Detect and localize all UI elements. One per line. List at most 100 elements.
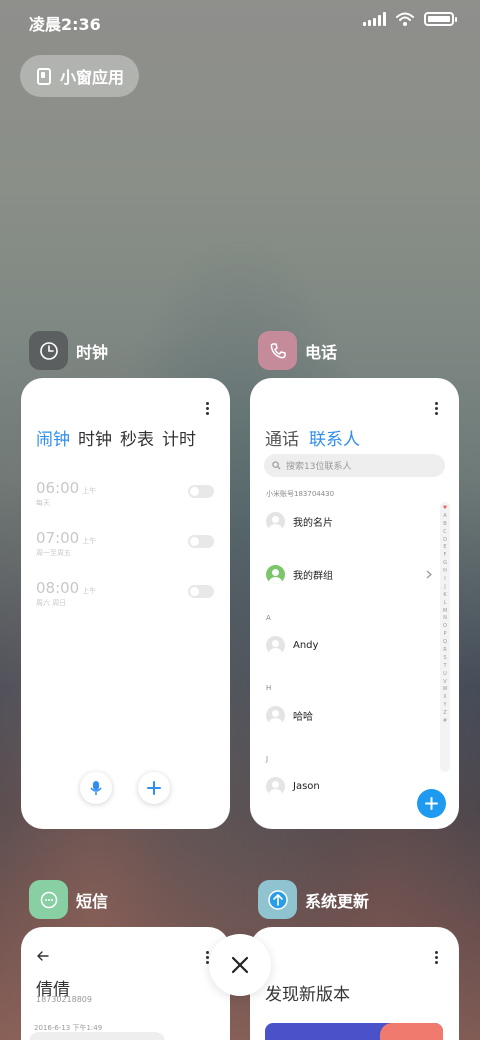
battery-icon xyxy=(424,12,457,26)
alphabet-index[interactable]: ♥ A B C D E F G H I J K L M N O P Q R S T U V W X Y Z # xyxy=(440,502,450,772)
index-letter[interactable]: A xyxy=(443,513,446,521)
alarm-toggle[interactable] xyxy=(188,485,214,498)
contact-my-groups[interactable]: 我的群组 xyxy=(266,565,333,584)
clear-all-button[interactable] xyxy=(209,934,271,996)
group-avatar xyxy=(266,565,285,584)
close-icon xyxy=(231,956,249,974)
tab-calls[interactable]: 通话 xyxy=(265,425,299,450)
tab-clock[interactable]: 时钟 xyxy=(78,425,112,450)
status-time: 凌晨2:36 xyxy=(29,15,101,34)
sms-app-icon xyxy=(29,880,68,919)
phone-icon xyxy=(270,342,286,358)
contact-name: Andy xyxy=(293,640,319,651)
avatar xyxy=(266,636,285,655)
update-headline: 发现新版本 xyxy=(265,985,350,1005)
contact-name: Jason xyxy=(293,781,320,792)
index-letter[interactable]: N xyxy=(443,615,447,623)
index-letter[interactable]: Z xyxy=(443,710,446,718)
index-letter[interactable]: W xyxy=(443,686,448,694)
contact-row[interactable]: Andy xyxy=(266,636,318,655)
index-letter[interactable]: P xyxy=(443,631,446,639)
alarm-toggle[interactable] xyxy=(188,585,214,598)
more-icon[interactable] xyxy=(206,402,210,415)
floating-window-button[interactable]: 小窗应用 xyxy=(20,55,139,97)
contact-name: 我的群组 xyxy=(293,571,333,582)
index-letter[interactable]: E xyxy=(443,544,446,552)
alarm-ampm: 上午 xyxy=(82,587,97,595)
clock-app-header[interactable]: 时钟 xyxy=(29,331,108,370)
index-letter[interactable]: J xyxy=(444,584,445,592)
more-icon[interactable] xyxy=(435,951,439,964)
contact-my-card[interactable]: 我的名片 xyxy=(266,512,333,531)
back-arrow-icon[interactable] xyxy=(37,951,49,961)
index-letter[interactable]: L xyxy=(444,600,447,608)
index-letter[interactable]: Y xyxy=(443,702,446,710)
avatar xyxy=(266,706,285,725)
contact-search-input[interactable]: 搜索13位联系人 xyxy=(264,454,445,477)
contact-row[interactable]: 哈哈 xyxy=(266,706,313,725)
index-letter[interactable]: C xyxy=(443,529,447,537)
message-icon xyxy=(40,891,57,908)
sms-card[interactable]: 倩倩 18730218809 2016-6-13 下午1:49 xyxy=(21,927,230,1040)
tab-stopwatch[interactable]: 秒表 xyxy=(120,425,154,450)
index-letter[interactable]: S xyxy=(443,655,446,663)
index-letter[interactable]: X xyxy=(443,694,446,702)
message-bubble xyxy=(29,1032,165,1040)
add-alarm-button[interactable] xyxy=(138,772,170,804)
alarm-item[interactable]: 07:00 上午 周一至周五 xyxy=(36,528,216,568)
add-contact-button[interactable] xyxy=(417,789,446,818)
voice-button[interactable] xyxy=(80,772,112,804)
index-letter[interactable]: M xyxy=(443,608,447,616)
clock-card[interactable]: 闹钟 时钟 秒表 计时 06:00 上午 每天 07:00 上午 周一至周五 08:… xyxy=(21,378,230,829)
index-letter[interactable]: O xyxy=(443,623,447,631)
floating-window-label: 小窗应用 xyxy=(60,68,125,87)
index-letter[interactable]: F xyxy=(444,552,447,560)
index-letter[interactable]: G xyxy=(443,560,447,568)
conversation-number: 18730218809 xyxy=(36,995,92,1004)
contact-row[interactable]: Jason xyxy=(266,777,320,796)
index-letter[interactable]: Q xyxy=(443,639,447,647)
index-letter[interactable]: H xyxy=(443,568,447,576)
alarm-item[interactable]: 06:00 上午 每天 xyxy=(36,478,216,518)
section-header: H xyxy=(266,684,272,692)
plus-icon xyxy=(425,797,438,810)
more-icon[interactable] xyxy=(435,402,439,415)
index-letter[interactable]: D xyxy=(443,537,447,545)
tab-alarm[interactable]: 闹钟 xyxy=(36,425,70,450)
alarm-item[interactable]: 08:00 上午 周六 周日 xyxy=(36,578,216,618)
alarm-time: 08:00 xyxy=(36,579,80,597)
index-letter[interactable]: T xyxy=(443,663,446,671)
search-placeholder: 搜索13位联系人 xyxy=(286,462,352,472)
account-label: 小米账号183704430 xyxy=(266,490,335,498)
alarm-ampm: 上午 xyxy=(82,537,97,545)
wifi-icon xyxy=(396,12,414,26)
index-letter[interactable]: R xyxy=(443,647,446,655)
phone-app-header[interactable]: 电话 xyxy=(258,331,337,370)
index-letter[interactable]: V xyxy=(443,679,446,687)
index-letter[interactable]: ♥ xyxy=(443,505,447,513)
sms-app-header[interactable]: 短信 xyxy=(29,880,108,919)
contacts-card[interactable]: 通话 联系人 搜索13位联系人 小米账号183704430 我的名片 我的群组 … xyxy=(250,378,459,829)
tab-timer[interactable]: 计时 xyxy=(162,425,196,450)
update-card[interactable]: 发现新版本 xyxy=(250,927,459,1040)
clock-app-title: 时钟 xyxy=(76,342,109,362)
contact-name: 我的名片 xyxy=(293,518,333,529)
phone-app-icon xyxy=(258,331,297,370)
alarm-time: 07:00 xyxy=(36,529,80,547)
index-letter[interactable]: K xyxy=(443,592,446,600)
update-app-header[interactable]: 系统更新 xyxy=(258,880,369,919)
tab-contacts[interactable]: 联系人 xyxy=(309,425,360,450)
index-letter[interactable]: B xyxy=(443,521,446,529)
avatar xyxy=(266,512,285,531)
index-letter[interactable]: U xyxy=(443,671,447,679)
plus-icon xyxy=(147,781,161,795)
avatar xyxy=(266,777,285,796)
contact-name: 哈哈 xyxy=(293,712,313,723)
index-letter[interactable]: I xyxy=(444,576,445,584)
alarm-time: 06:00 xyxy=(36,479,80,497)
update-app-title: 系统更新 xyxy=(305,891,370,911)
alarm-toggle[interactable] xyxy=(188,535,214,548)
section-header: A xyxy=(266,614,271,622)
sms-app-title: 短信 xyxy=(76,891,109,911)
index-letter[interactable]: # xyxy=(443,718,447,726)
